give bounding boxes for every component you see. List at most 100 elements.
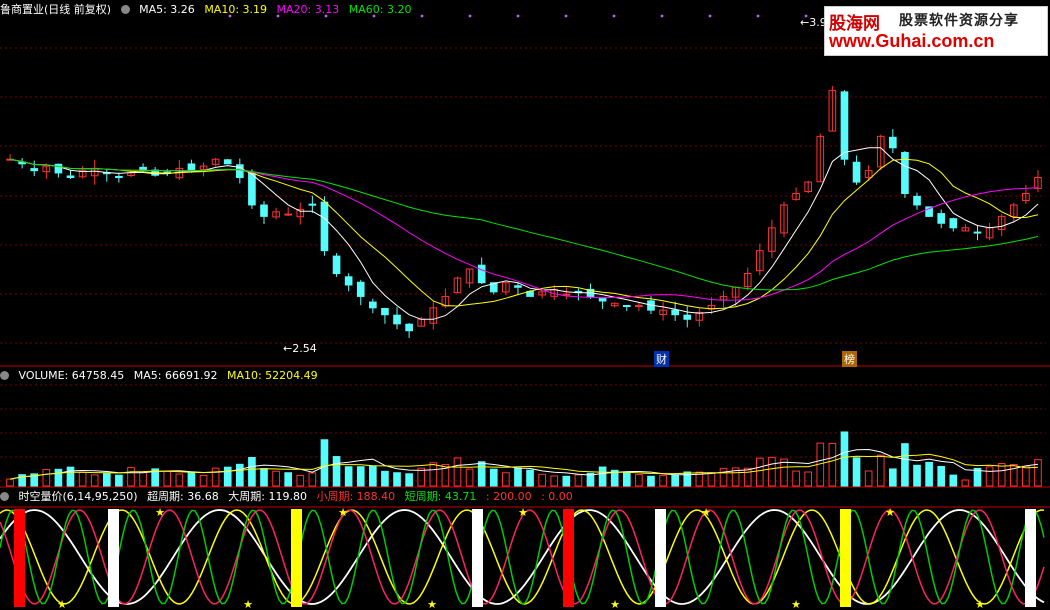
volume-bar xyxy=(272,470,280,487)
signal-star-icon: ★ xyxy=(155,506,165,519)
volume-bar xyxy=(102,473,111,487)
candle-body xyxy=(308,203,317,206)
settings-circle-icon[interactable] xyxy=(0,371,9,380)
candle-body xyxy=(30,168,39,172)
ma60-label: MA60: 3.20 xyxy=(348,3,412,16)
candle-body xyxy=(683,314,692,320)
cycle-line-white xyxy=(0,509,1045,605)
volume-bar xyxy=(526,469,534,487)
signal-bar xyxy=(1025,509,1036,607)
cycle-line-yellow xyxy=(0,509,1045,605)
volume-bar xyxy=(139,471,147,487)
volume-bar xyxy=(211,467,220,487)
candle-body xyxy=(66,175,75,178)
top-marker-dot xyxy=(708,14,712,18)
cycle-line-green xyxy=(0,509,1045,605)
signal-bar xyxy=(655,509,666,607)
volume-bar xyxy=(344,466,353,487)
volume-bar xyxy=(6,478,14,487)
candle-body xyxy=(598,297,607,302)
value-0-label: : 0.00 xyxy=(541,490,573,503)
candle-body xyxy=(381,308,389,316)
volume-bar xyxy=(78,471,87,487)
volume-bar xyxy=(175,473,184,487)
candle-body xyxy=(514,285,522,288)
volume-bar xyxy=(719,467,728,487)
volume-bar xyxy=(768,456,776,487)
signal-star-icon: ★ xyxy=(701,506,711,519)
volume-bar xyxy=(320,439,329,487)
short-cycle-label: 短周期: 43.71 xyxy=(404,490,477,503)
top-marker-dot xyxy=(516,14,520,18)
candle-body xyxy=(840,91,849,160)
volume-bar xyxy=(562,475,571,487)
signal-star-icon: ★ xyxy=(57,598,67,610)
volume-bar xyxy=(997,463,1006,487)
volume-bar xyxy=(465,468,474,487)
value-200-label: : 200.00 xyxy=(485,490,532,503)
volume-bar xyxy=(54,468,63,487)
candle-body xyxy=(356,281,365,297)
super-cycle-label: 超周期: 36.68 xyxy=(147,490,219,503)
volume-bar xyxy=(743,467,752,487)
volume-bar xyxy=(913,464,921,487)
volume-bar xyxy=(405,473,413,487)
stock-title: 鲁商置业(日线 前复权) xyxy=(0,3,112,16)
volume-bar xyxy=(381,470,389,487)
volume-bar xyxy=(477,461,486,487)
volume-bar xyxy=(780,458,788,487)
volume-bar xyxy=(598,466,607,487)
small-cycle-label: 小周期: 188.40 xyxy=(316,490,396,503)
volume-bar xyxy=(489,468,498,487)
ma10-label: MA10: 3.19 xyxy=(204,3,268,16)
candle-body xyxy=(54,163,63,174)
candle-body xyxy=(635,305,643,308)
volume-bar xyxy=(90,474,99,487)
volume-bar xyxy=(393,472,401,487)
candle-body xyxy=(973,231,982,234)
signal-star-icon: ★ xyxy=(885,506,895,519)
candle-body xyxy=(937,213,946,224)
main-legend: 鲁商置业(日线 前复权) MA5: 3.26 MA10: 3.19 MA20: … xyxy=(0,1,417,18)
candle-body xyxy=(913,195,921,206)
volume-bar xyxy=(985,466,994,487)
candle-body xyxy=(187,163,196,172)
event-marker-billboard[interactable]: 榜 xyxy=(842,351,857,367)
volume-bar xyxy=(369,465,377,487)
stock-chart[interactable]: ★ ★ ★ ★ ★ ★ ★ ★ ★ ★ ★ xyxy=(0,0,1050,610)
signal-bar xyxy=(291,509,302,607)
top-marker-dot xyxy=(420,14,424,18)
volume-bar xyxy=(574,474,583,487)
cycle-line-pink xyxy=(0,509,1045,605)
event-marker-finance[interactable]: 财 xyxy=(654,351,669,367)
volume-bar xyxy=(42,469,51,487)
high-price-label: ←3.9 xyxy=(800,16,827,29)
signal-star-icon: ★ xyxy=(338,506,348,519)
candle-body xyxy=(477,264,486,284)
volume-bar xyxy=(804,471,813,487)
volume-bar xyxy=(66,466,75,487)
volume-bar xyxy=(683,471,692,487)
volume-bar xyxy=(163,470,172,487)
settings-circle-icon[interactable] xyxy=(120,5,130,14)
candle-body xyxy=(405,323,413,332)
candle-body xyxy=(344,276,353,286)
signal-star-icon: ★ xyxy=(518,506,528,519)
signal-bar xyxy=(472,509,483,607)
candle-body xyxy=(901,152,909,195)
volume-bar xyxy=(864,470,873,487)
ma20-line xyxy=(9,158,1039,301)
volume-bar xyxy=(889,468,897,487)
volume-bar xyxy=(707,472,716,487)
volume-bar xyxy=(248,456,256,487)
volume-bar xyxy=(792,470,800,487)
candle-body xyxy=(852,161,861,183)
signal-star-icon: ★ xyxy=(610,598,620,610)
candle-body xyxy=(622,305,631,308)
logo-url: www.Guhai.com.cn xyxy=(829,31,995,51)
settings-circle-icon[interactable] xyxy=(0,492,9,501)
candle-body xyxy=(223,159,232,165)
vol-ma10-label: MA10: 52204.49 xyxy=(226,369,318,382)
candle-body xyxy=(320,201,329,252)
volume-bar xyxy=(828,442,837,487)
